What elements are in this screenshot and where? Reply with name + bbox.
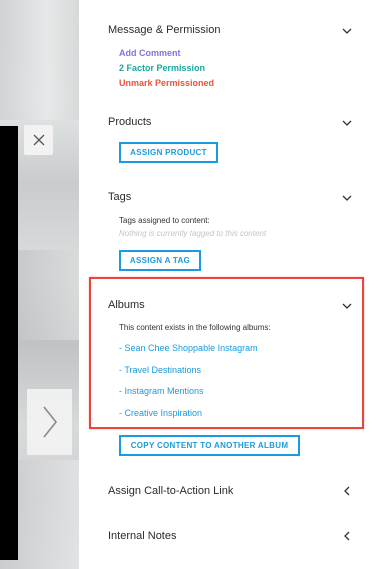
chevron-down-icon (342, 195, 352, 201)
two-factor-permission-link[interactable]: 2 Factor Permission (119, 63, 205, 73)
add-comment-link[interactable]: Add Comment (119, 48, 181, 58)
expand-toggle-internal-notes[interactable] (341, 531, 353, 541)
tags-caption: Tags assigned to content: (119, 216, 210, 225)
assign-tag-button[interactable]: ASSIGN A TAG (119, 250, 201, 271)
expand-toggle-cta[interactable] (341, 486, 353, 496)
chevron-down-icon (342, 120, 352, 126)
chevron-down-icon (342, 28, 352, 34)
close-button[interactable] (24, 125, 53, 155)
album-link[interactable]: - Sean Chee Shoppable Instagram (119, 343, 258, 353)
assign-product-button[interactable]: ASSIGN PRODUCT (119, 142, 218, 163)
album-link[interactable]: - Travel Destinations (119, 365, 201, 375)
album-link[interactable]: - Instagram Mentions (119, 386, 204, 396)
collapse-toggle-tags[interactable] (341, 193, 353, 203)
section-title-products: Products (108, 116, 152, 128)
album-link[interactable]: - Creative Inspiration (119, 408, 202, 418)
collapse-toggle-products[interactable] (341, 118, 353, 128)
collapse-toggle-message-permission[interactable] (341, 26, 353, 36)
chevron-down-icon (342, 303, 352, 309)
section-title-cta: Assign Call-to-Action Link (108, 485, 234, 497)
close-icon (33, 134, 44, 146)
section-title-albums: Albums (108, 299, 145, 311)
section-title-internal-notes: Internal Notes (108, 530, 177, 542)
media-preview (0, 126, 18, 560)
tags-empty-message: Nothing is currently tagged to this cont… (119, 229, 267, 238)
chevron-right-icon (42, 406, 57, 438)
blurred-image-region (0, 0, 79, 120)
collapse-toggle-albums[interactable] (341, 301, 353, 311)
section-title-message-permission: Message & Permission (108, 24, 221, 36)
chevron-left-icon (344, 486, 350, 496)
copy-to-album-button[interactable]: COPY CONTENT TO ANOTHER ALBUM (119, 435, 300, 456)
next-button[interactable] (27, 389, 72, 455)
chevron-left-icon (344, 531, 350, 541)
section-title-tags: Tags (108, 191, 132, 203)
albums-caption: This content exists in the following alb… (119, 323, 271, 332)
unmark-permissioned-link[interactable]: Unmark Permissioned (119, 78, 214, 88)
details-panel: Message & Permission Add Comment 2 Facto… (79, 0, 379, 569)
